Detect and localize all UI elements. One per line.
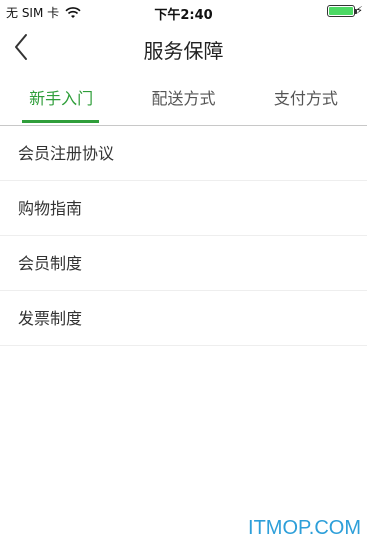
page-title: 服务保障 [143,39,224,63]
nav-bar: 服务保障 [0,22,367,74]
active-tab-indicator [22,120,99,123]
tab-delivery-method[interactable]: 配送方式 [122,74,244,125]
list-item-shopping-guide[interactable]: 购物指南 [0,181,367,236]
tab-bar: 新手入门 配送方式 支付方式 [0,74,367,126]
tab-payment-method[interactable]: 支付方式 [245,74,367,125]
battery-level [329,7,353,15]
charging-icon: ⚡ [355,4,363,17]
list-item-member-system[interactable]: 会员制度 [0,236,367,291]
watermark: ITMOP.COM [248,517,361,539]
battery-icon [327,5,357,17]
service-list: 会员注册协议 购物指南 会员制度 发票制度 [0,126,367,346]
status-time: 下午2:40 [154,8,213,23]
list-item-member-agreement[interactable]: 会员注册协议 [0,126,367,181]
tab-beginner-guide[interactable]: 新手入门 [0,74,122,125]
list-item-invoice-system[interactable]: 发票制度 [0,291,367,346]
status-bar: 无 SIM 卡 下午2:40 ⚡ [0,0,367,23]
